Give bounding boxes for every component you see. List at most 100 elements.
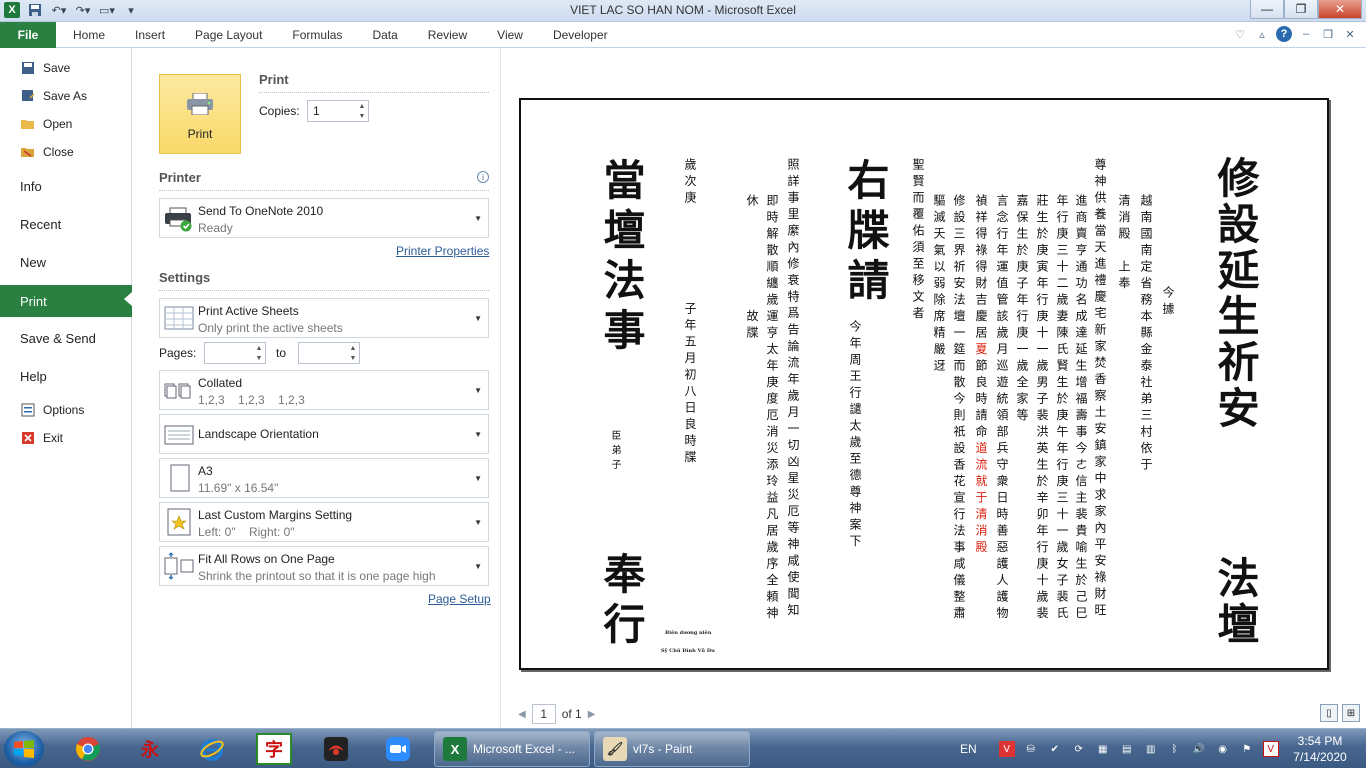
language-indicator[interactable]: EN: [960, 742, 977, 756]
ribbon-collapse-icon[interactable]: ♡: [1232, 26, 1248, 42]
orientation-dropdown[interactable]: Landscape Orientation ▼: [159, 414, 489, 454]
scaling-dropdown[interactable]: Fit All Rows on One Page Shrink the prin…: [159, 546, 489, 586]
print-button[interactable]: Print: [159, 74, 241, 154]
close-window-button[interactable]: ✕: [1318, 0, 1362, 19]
workbook-minimize-icon[interactable]: –: [1298, 26, 1314, 42]
print-scope-dropdown[interactable]: Print Active Sheets Only print the activ…: [159, 298, 489, 338]
tab-insert[interactable]: Insert: [120, 22, 180, 48]
zoom-icon[interactable]: [380, 733, 416, 765]
preview-col-9: 禎祥得祿得財吉慶居夏節良時請命道流就于清消殿: [974, 194, 988, 557]
start-button[interactable]: [4, 731, 44, 767]
printer-properties-link[interactable]: Printer Properties: [396, 244, 489, 258]
nav-save-send[interactable]: Save & Send: [0, 324, 132, 352]
preview-col-5: 年行庚三十二歲妻陳氏賢生於庚午年行庚三十一歲女子裴氏: [1055, 194, 1069, 623]
tab-file[interactable]: File: [0, 22, 56, 48]
minimize-button[interactable]: —: [1250, 0, 1284, 19]
nav-options[interactable]: Options: [0, 396, 132, 424]
system-clock[interactable]: 3:54 PM 7/14/2020: [1284, 733, 1356, 765]
flag-icon[interactable]: ⚑: [1239, 741, 1255, 757]
usb-icon[interactable]: ⛁: [1023, 741, 1039, 757]
nav-info[interactable]: Info: [0, 172, 132, 200]
close-folder-icon: [20, 145, 36, 159]
tab-review[interactable]: Review: [413, 22, 482, 48]
collated-icon: [164, 376, 194, 404]
pages-to-label: to: [276, 346, 287, 360]
pages-to-stepper[interactable]: ▲ ▼: [347, 343, 359, 363]
zoom-to-page-icon[interactable]: ⊞: [1342, 704, 1360, 722]
dropdown-arrow-icon: ▼: [474, 562, 482, 571]
taskbar-excel-window[interactable]: X Microsoft Excel - ...: [434, 731, 590, 767]
paper-size-dropdown[interactable]: A3 11.69" x 16.54" ▼: [159, 458, 489, 498]
page-setup-link[interactable]: Page Setup: [428, 592, 491, 606]
tab-developer[interactable]: Developer: [538, 22, 623, 48]
bluetooth-icon[interactable]: ᛒ: [1167, 741, 1183, 757]
copies-input[interactable]: 1 ▲ ▼: [307, 100, 369, 122]
prev-page-icon[interactable]: ◀: [518, 709, 526, 720]
tab-data[interactable]: Data: [357, 22, 412, 48]
preview-col-11: 驅滅夭氣以弱除席精嚴迓: [932, 194, 946, 376]
restore-button[interactable]: ❐: [1284, 0, 1318, 19]
fit-rows-icon: [164, 552, 194, 580]
show-margins-icon[interactable]: ▯: [1320, 704, 1338, 722]
nav-new[interactable]: New: [0, 248, 132, 276]
window-controls: — ❐ ✕: [1250, 0, 1362, 19]
taskbar: 永 字 X Microsoft Excel - ... 🖌 vl7s - Pai…: [0, 728, 1366, 768]
preview-col-4: 進商賣亨通功名成達延生增福壽事今ㄜ信主裴貴喻生於己巳: [1074, 194, 1088, 623]
calendar-icon[interactable]: ▥: [1143, 741, 1159, 757]
preview-col-13: 今年周王行譴太歲至德尊神案下: [848, 320, 862, 551]
han-nom-app-icon[interactable]: 永: [132, 733, 168, 765]
tab-view[interactable]: View: [482, 22, 538, 48]
chrome-icon[interactable]: [70, 733, 106, 765]
nav-save[interactable]: Save: [0, 54, 132, 82]
update-icon[interactable]: ⟳: [1071, 741, 1087, 757]
excel-icon: X: [443, 737, 467, 761]
preview-col-12: 聖賢而覆佑須至移文者: [911, 158, 925, 323]
margins-dropdown[interactable]: Last Custom Margins Setting Left: 0" Rig…: [159, 502, 489, 542]
tab-formulas[interactable]: Formulas: [277, 22, 357, 48]
clipboard-icon[interactable]: ▤: [1119, 741, 1135, 757]
divider: [159, 290, 489, 291]
copies-stepper[interactable]: ▲ ▼: [356, 101, 368, 121]
pages-to-input[interactable]: ▲ ▼: [298, 342, 360, 364]
ribbon-minimize-icon[interactable]: ▵: [1254, 26, 1270, 42]
printer-dropdown[interactable]: Send To OneNote 2010 Ready ▼: [159, 198, 489, 238]
preview-col-15: 即時解散順纏歲運亨太年庚度厄消災添玲益凡居歲序全頼神: [765, 194, 779, 623]
exit-icon: [20, 431, 36, 445]
vietkey-icon[interactable]: V: [1262, 741, 1279, 757]
unikey-icon[interactable]: V: [998, 741, 1015, 757]
nav-recent[interactable]: Recent: [0, 210, 132, 238]
nav-help[interactable]: Help: [0, 362, 132, 390]
pages-from-stepper[interactable]: ▲ ▼: [253, 343, 265, 363]
paint-icon: 🖌: [603, 737, 627, 761]
help-icon[interactable]: ?: [1276, 26, 1292, 42]
next-page-icon[interactable]: ▶: [588, 709, 596, 720]
volume-icon[interactable]: 🔊: [1191, 741, 1207, 757]
nav-exit[interactable]: Exit: [0, 424, 132, 452]
workbook-restore-icon[interactable]: ❐: [1320, 26, 1336, 42]
nav-save-as[interactable]: Save As: [0, 82, 132, 110]
garena-icon[interactable]: [318, 733, 354, 765]
preview-col-7: 嘉保生於庚子年行庚一歲全家等: [1015, 194, 1029, 425]
network-monitor-icon[interactable]: ▦: [1095, 741, 1111, 757]
nav-close[interactable]: Close: [0, 138, 132, 166]
dropdown-arrow-icon: ▼: [474, 430, 482, 439]
preview-page: 修設延生祈安 法壇 今據 越南國南定省務本縣金泰社弟三村依于 清消殿 上奉 尊神…: [519, 98, 1329, 670]
check-icon[interactable]: ✔: [1047, 741, 1063, 757]
nav-print[interactable]: Print: [0, 285, 132, 317]
open-folder-icon: [20, 117, 36, 131]
windows-logo-icon: [14, 740, 34, 758]
tab-home[interactable]: Home: [58, 22, 120, 48]
nav-open[interactable]: Open: [0, 110, 132, 138]
han-dictionary-icon[interactable]: 字: [256, 733, 292, 765]
browser-tray-icon[interactable]: ◉: [1215, 741, 1231, 757]
pages-from-input[interactable]: ▲ ▼: [204, 342, 266, 364]
internet-explorer-icon[interactable]: [194, 733, 230, 765]
preview-col-8: 言念行年運值管該歲月巡遊統領部兵守衆日時善惡護人護物: [995, 194, 1009, 623]
workbook-close-icon[interactable]: ✕: [1342, 26, 1358, 42]
taskbar-paint-window[interactable]: 🖌 vl7s - Paint: [594, 731, 750, 767]
clock-time: 3:54 PM: [1297, 734, 1343, 748]
current-page-input[interactable]: 1: [531, 704, 556, 724]
collation-dropdown[interactable]: Collated 1,2,3 1,2,3 1,2,3 ▼: [159, 370, 489, 410]
info-icon[interactable]: i: [477, 171, 489, 183]
tab-page-layout[interactable]: Page Layout: [180, 22, 277, 48]
